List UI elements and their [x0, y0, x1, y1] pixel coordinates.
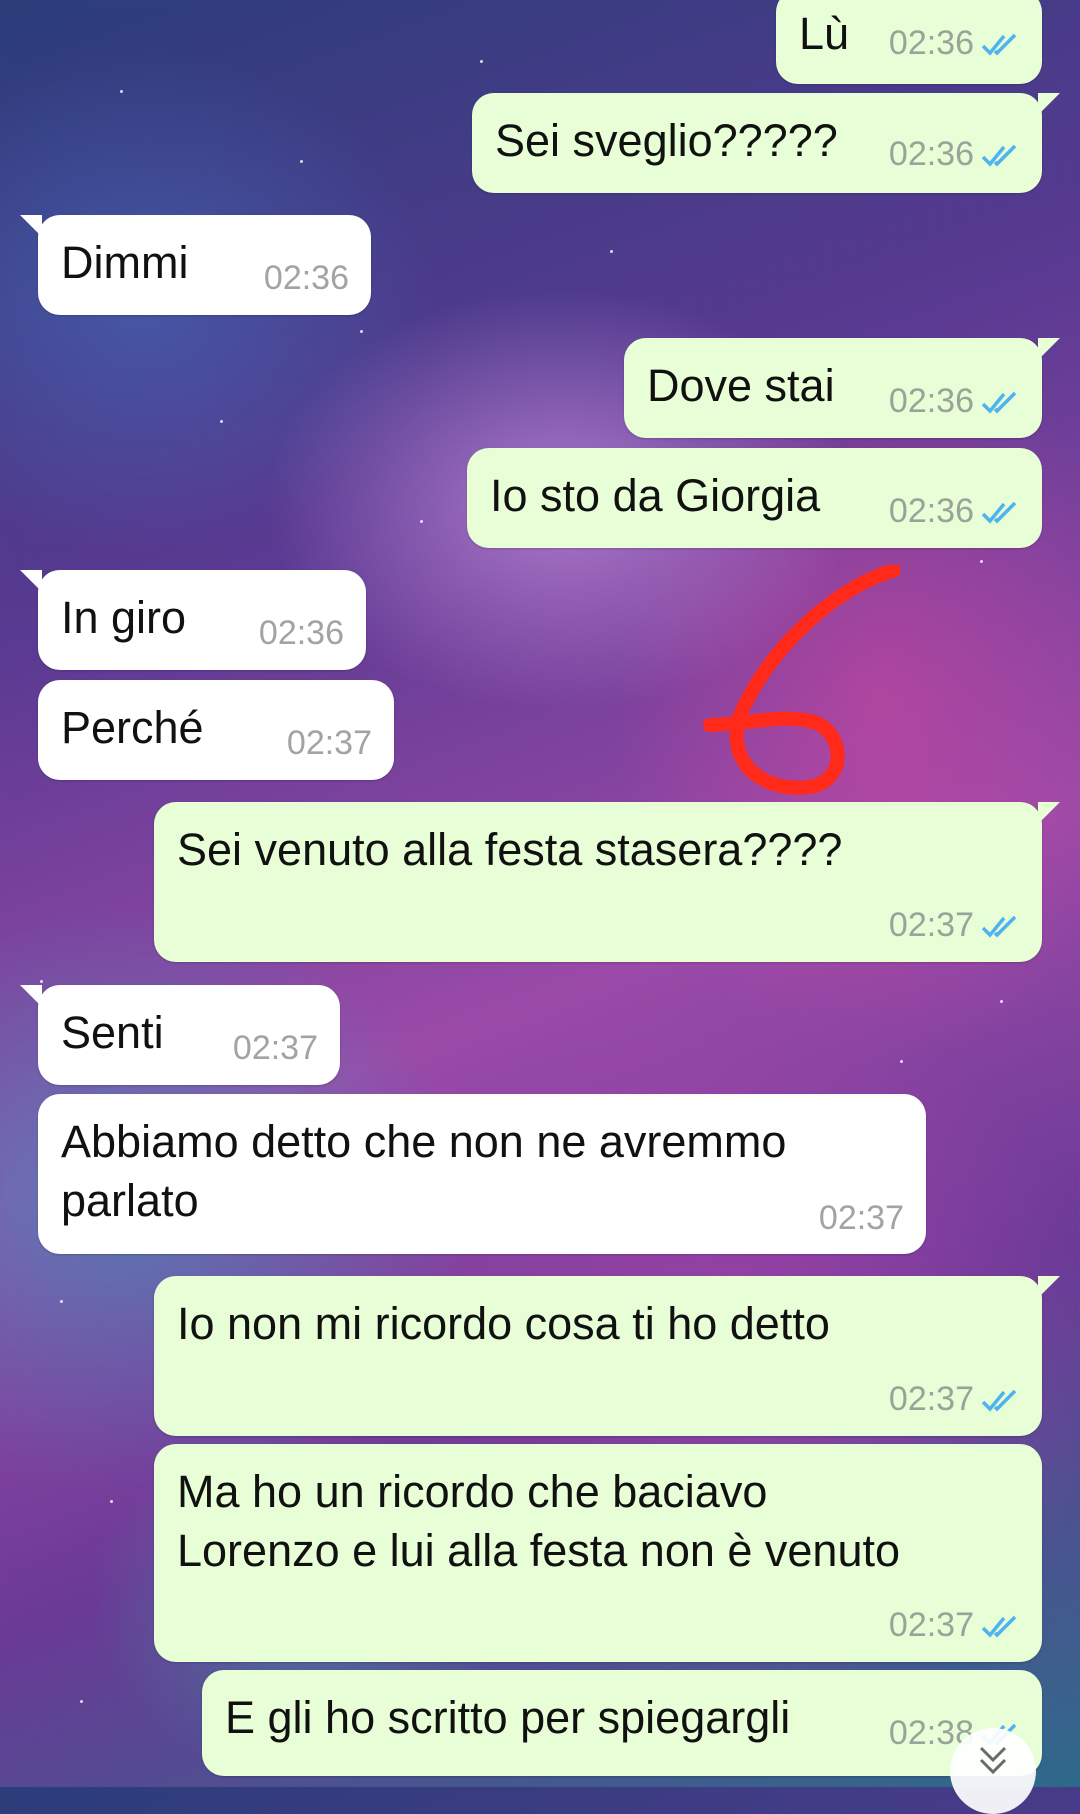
message-text: Sei sveglio????? [495, 115, 838, 166]
message-text: Io non mi ricordo cosa ti ho detto [177, 1298, 830, 1349]
handwritten-annotation [700, 563, 902, 795]
message-bubble-outgoing[interactable]: Io non mi ricordo cosa ti ho detto 02:37 [154, 1276, 1060, 1436]
message-meta: 02:36 [889, 24, 1020, 63]
message-text: Ma ho un ricordo che baciavo [177, 1466, 768, 1517]
message-bubble-outgoing[interactable]: E gli ho scritto per spiegargli 02:38 [202, 1670, 1042, 1776]
double-check-icon [980, 31, 1020, 57]
message-text: Io sto da Giorgia [490, 470, 821, 521]
double-check-icon [980, 142, 1020, 168]
message-meta: 02:37 [889, 906, 1020, 945]
message-bubble-outgoing[interactable]: Ma ho un ricordo che baciavo Lorenzo e l… [154, 1444, 1042, 1662]
message-text: Abbiamo detto che non ne avremmo [61, 1116, 787, 1167]
message-bubble-outgoing[interactable]: Lù 02:36 [776, 0, 1042, 84]
message-bubble-incoming[interactable]: Senti 02:37 [20, 985, 340, 1085]
message-time: 02:36 [888, 135, 974, 173]
message-bubble-incoming[interactable]: Perché 02:37 [38, 680, 394, 780]
double-check-icon [980, 389, 1020, 415]
message-time: 02:36 [888, 492, 974, 530]
message-bubble-incoming[interactable]: Abbiamo detto che non ne avremmo parlato… [38, 1094, 926, 1254]
message-meta: 02:36 [259, 614, 344, 653]
scroll-down-button[interactable] [950, 1728, 1036, 1814]
message-time: 02:37 [286, 724, 372, 762]
message-meta: 02:37 [889, 1380, 1020, 1419]
message-meta: 02:36 [889, 135, 1020, 174]
message-bubble-incoming[interactable]: Dimmi 02:36 [20, 215, 371, 315]
double-check-icon [980, 913, 1020, 939]
message-bubble-outgoing[interactable]: Io sto da Giorgia 02:36 [467, 448, 1042, 548]
message-time: 02:37 [888, 906, 974, 944]
message-text: Dove stai [647, 360, 835, 411]
message-time: 02:37 [888, 1380, 974, 1418]
message-bubble-incoming[interactable]: In giro 02:36 [20, 570, 366, 670]
message-bubble-outgoing[interactable]: Sei sveglio????? 02:36 [472, 93, 1060, 193]
message-time: 02:37 [818, 1199, 904, 1237]
double-check-icon [980, 1387, 1020, 1413]
message-text: Perché [61, 702, 204, 753]
double-check-icon [980, 499, 1020, 525]
message-text-line2: Lorenzo e lui alla festa non è venuto [177, 1525, 901, 1576]
message-time: 02:36 [258, 614, 344, 652]
message-time: 02:37 [232, 1029, 318, 1067]
message-meta: 02:36 [889, 492, 1020, 531]
message-meta: 02:36 [264, 259, 349, 298]
chevron-double-down-icon [973, 1738, 1013, 1783]
message-time: 02:36 [888, 382, 974, 420]
message-time: 02:36 [888, 24, 974, 62]
message-text: Senti [61, 1007, 164, 1058]
message-meta: 02:36 [889, 382, 1020, 421]
message-time: 02:37 [888, 1606, 974, 1644]
message-text: Sei venuto alla festa stasera???? [177, 824, 843, 875]
message-text-line2: parlato [61, 1175, 199, 1226]
message-text: Lù [799, 8, 850, 59]
message-text: E gli ho scritto per spiegargli [225, 1692, 791, 1743]
message-text: In giro [61, 592, 187, 643]
message-text: Dimmi [61, 237, 189, 288]
message-bubble-outgoing[interactable]: Sei venuto alla festa stasera???? 02:37 [154, 802, 1060, 962]
message-meta: 02:37 [233, 1029, 318, 1068]
message-meta: 02:37 [287, 724, 372, 763]
message-bubble-outgoing[interactable]: Dove stai 02:36 [624, 338, 1060, 438]
message-time: 02:36 [263, 259, 349, 297]
message-meta: 02:37 [819, 1199, 904, 1238]
double-check-icon [980, 1613, 1020, 1639]
message-meta: 02:37 [889, 1606, 1020, 1645]
